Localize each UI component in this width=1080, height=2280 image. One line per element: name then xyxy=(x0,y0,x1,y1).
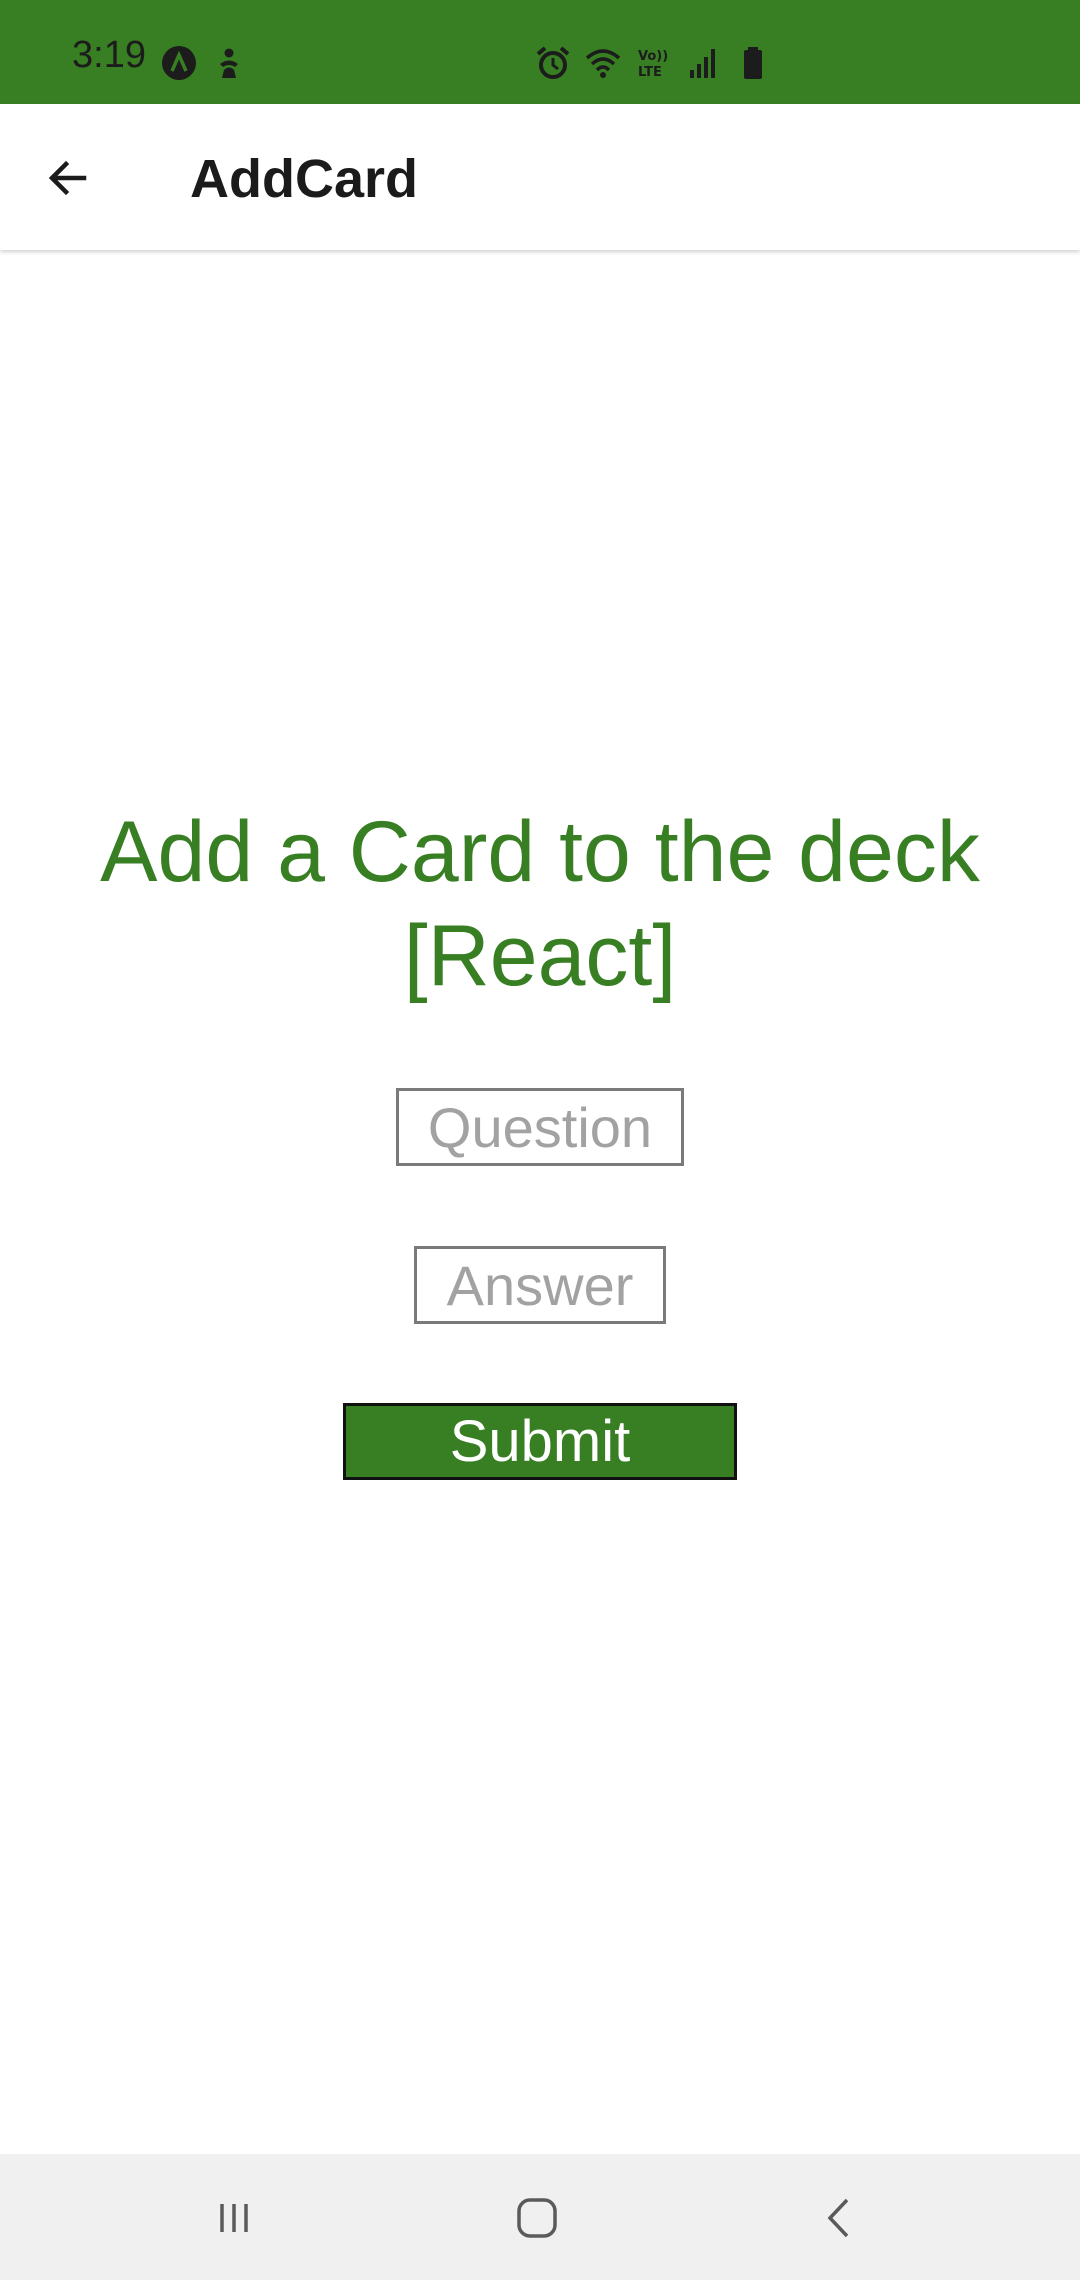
status-time: 3:19 xyxy=(72,34,146,76)
home-button[interactable] xyxy=(497,2178,577,2258)
add-card-heading: Add a Card to the deck [React] xyxy=(100,804,980,1004)
status-bar: 3:19 Vo)) LTE xyxy=(0,0,1080,104)
status-right-icons: Vo)) LTE xyxy=(534,44,772,82)
back-icon xyxy=(827,2198,849,2238)
status-left-icons xyxy=(160,44,248,82)
signal-icon xyxy=(690,49,715,78)
battery-icon xyxy=(744,47,762,79)
nav-back-button[interactable] xyxy=(800,2178,880,2258)
svg-text:LTE: LTE xyxy=(638,65,662,80)
volte-icon: Vo)) LTE xyxy=(638,49,668,80)
app-bar: AddCard xyxy=(0,104,1080,250)
alarm-icon xyxy=(536,46,570,79)
wifi-icon xyxy=(585,49,621,78)
arrow-left-icon xyxy=(48,160,87,196)
app-notification-icon xyxy=(162,46,196,80)
system-nav-bar xyxy=(0,2154,1080,2280)
accessibility-icon xyxy=(220,48,238,78)
back-button[interactable] xyxy=(28,138,108,218)
page-title: AddCard xyxy=(190,149,418,209)
recents-icon xyxy=(220,2204,248,2232)
answer-input[interactable] xyxy=(414,1246,666,1324)
home-icon xyxy=(517,2198,557,2238)
recents-button[interactable] xyxy=(194,2178,274,2258)
question-input[interactable] xyxy=(396,1088,684,1166)
svg-text:Vo)): Vo)) xyxy=(638,49,668,64)
submit-button[interactable]: Submit xyxy=(343,1403,737,1480)
